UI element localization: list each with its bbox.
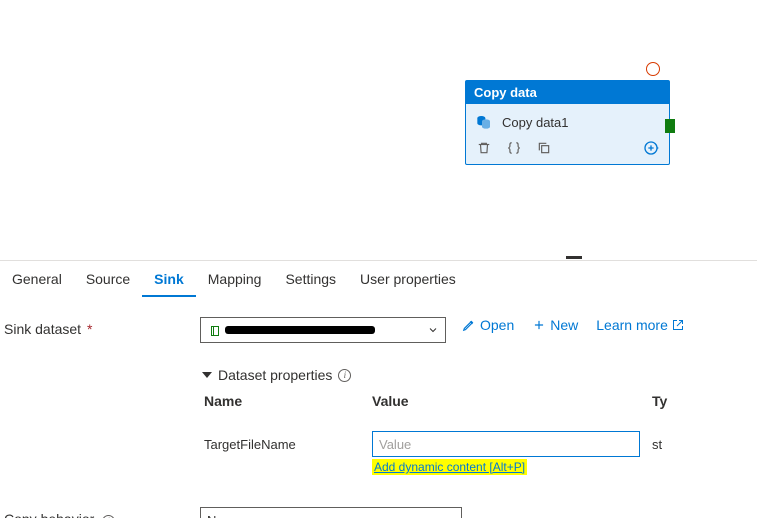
dataset-properties-label: Dataset properties	[218, 367, 332, 383]
copy-behavior-value: None	[207, 513, 238, 518]
resize-handle[interactable]	[566, 256, 582, 259]
validation-circle-icon	[646, 62, 660, 76]
new-label: New	[550, 317, 578, 333]
braces-icon[interactable]	[506, 140, 522, 156]
copy-behavior-label: Copy behavior i	[4, 507, 200, 518]
external-link-icon	[672, 319, 684, 331]
info-icon[interactable]: i	[338, 369, 351, 382]
copy-behavior-label-text: Copy behavior	[4, 511, 94, 518]
sink-panel: Sink dataset * Open	[0, 297, 757, 518]
param-type: st	[652, 437, 744, 452]
database-icon	[476, 114, 492, 130]
table-row: TargetFileName Add dynamic content [Alt+…	[204, 417, 744, 457]
required-indicator: *	[87, 321, 92, 337]
sink-dataset-dropdown[interactable]	[200, 317, 446, 343]
column-header-name: Name	[204, 393, 372, 409]
column-header-value: Value	[372, 393, 652, 409]
tab-settings[interactable]: Settings	[273, 261, 348, 297]
dataset-properties-toggle[interactable]: Dataset properties i	[204, 367, 351, 383]
plus-icon	[532, 318, 546, 332]
add-output-icon[interactable]	[643, 140, 659, 156]
copy-data-activity[interactable]: Copy data Copy data1	[465, 80, 670, 165]
dataset-properties-section: Dataset properties i Name Value Ty Targe…	[204, 367, 744, 457]
activity-title: Copy data	[466, 81, 669, 104]
dataset-icon	[209, 324, 221, 338]
sink-dataset-label: Sink dataset *	[4, 317, 200, 337]
chevron-down-icon	[427, 324, 439, 336]
tab-user-properties[interactable]: User properties	[348, 261, 468, 297]
copy-behavior-row: Copy behavior i None	[4, 501, 757, 518]
delete-icon[interactable]	[476, 140, 492, 156]
tab-general[interactable]: General	[0, 261, 74, 297]
clone-icon[interactable]	[536, 140, 552, 156]
activity-tabs: General Source Sink Mapping Settings Use…	[0, 260, 757, 297]
info-icon[interactable]: i	[102, 515, 115, 518]
success-output-handle[interactable]	[665, 119, 675, 133]
open-dataset-button[interactable]: Open	[462, 317, 514, 333]
sink-dataset-row: Sink dataset * Open	[4, 311, 757, 349]
sink-dataset-label-text: Sink dataset	[4, 321, 81, 337]
new-dataset-button[interactable]: New	[532, 317, 578, 333]
open-label: Open	[480, 317, 514, 333]
chevron-down-icon	[443, 514, 455, 518]
param-name: TargetFileName	[204, 437, 372, 452]
pipeline-canvas[interactable]: Copy data Copy data1	[0, 0, 757, 260]
pencil-icon	[462, 318, 476, 332]
activity-name: Copy data1	[502, 115, 569, 130]
column-header-type: Ty	[652, 393, 744, 409]
tab-mapping[interactable]: Mapping	[196, 261, 274, 297]
learn-more-link[interactable]: Learn more	[596, 317, 684, 333]
copy-behavior-dropdown[interactable]: None	[200, 507, 462, 518]
tab-sink[interactable]: Sink	[142, 261, 196, 297]
tab-source[interactable]: Source	[74, 261, 142, 297]
add-dynamic-content-link[interactable]: Add dynamic content [Alt+P]	[372, 459, 527, 475]
learn-more-label: Learn more	[596, 317, 668, 333]
param-value-input[interactable]	[372, 431, 640, 457]
collapse-triangle-icon	[202, 372, 212, 378]
